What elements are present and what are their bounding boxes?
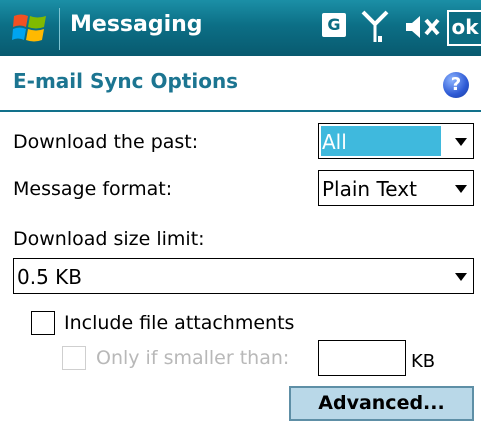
title-separator <box>59 8 60 50</box>
title-bar: Messaging G ok <box>0 0 481 56</box>
message-format-label: Message format: <box>13 178 173 200</box>
download-past-value: All <box>322 130 347 154</box>
download-past-label: Download the past: <box>13 131 199 153</box>
download-size-dropdown[interactable]: 0.5 KB <box>13 258 474 294</box>
chevron-down-icon <box>455 185 467 193</box>
advanced-button[interactable]: Advanced... <box>289 386 474 421</box>
message-format-value: Plain Text <box>322 177 417 201</box>
download-past-dropdown[interactable]: All <box>318 123 474 159</box>
download-size-label: Download size limit: <box>13 228 205 250</box>
volume-muted-icon[interactable] <box>404 11 442 43</box>
gprs-icon[interactable]: G <box>322 13 346 37</box>
section-header: E-mail Sync Options ? <box>0 56 481 112</box>
app-title: Messaging <box>70 12 203 37</box>
help-icon[interactable]: ? <box>443 72 469 98</box>
size-unit-label: KB <box>411 351 436 372</box>
windows-start-icon[interactable] <box>12 10 48 46</box>
size-limit-input[interactable] <box>318 340 406 376</box>
signal-icon[interactable] <box>360 8 390 46</box>
message-format-dropdown[interactable]: Plain Text <box>318 170 474 206</box>
only-if-smaller-checkbox[interactable] <box>62 346 86 370</box>
include-attachments-label[interactable]: Include file attachments <box>64 312 294 334</box>
include-attachments-checkbox[interactable] <box>31 311 55 335</box>
only-if-smaller-label: Only if smaller than: <box>96 347 290 369</box>
page-title: E-mail Sync Options <box>13 69 239 93</box>
chevron-down-icon <box>455 138 467 146</box>
chevron-down-icon <box>455 273 467 281</box>
ok-button[interactable]: ok <box>447 10 481 46</box>
download-size-value: 0.5 KB <box>17 265 82 289</box>
